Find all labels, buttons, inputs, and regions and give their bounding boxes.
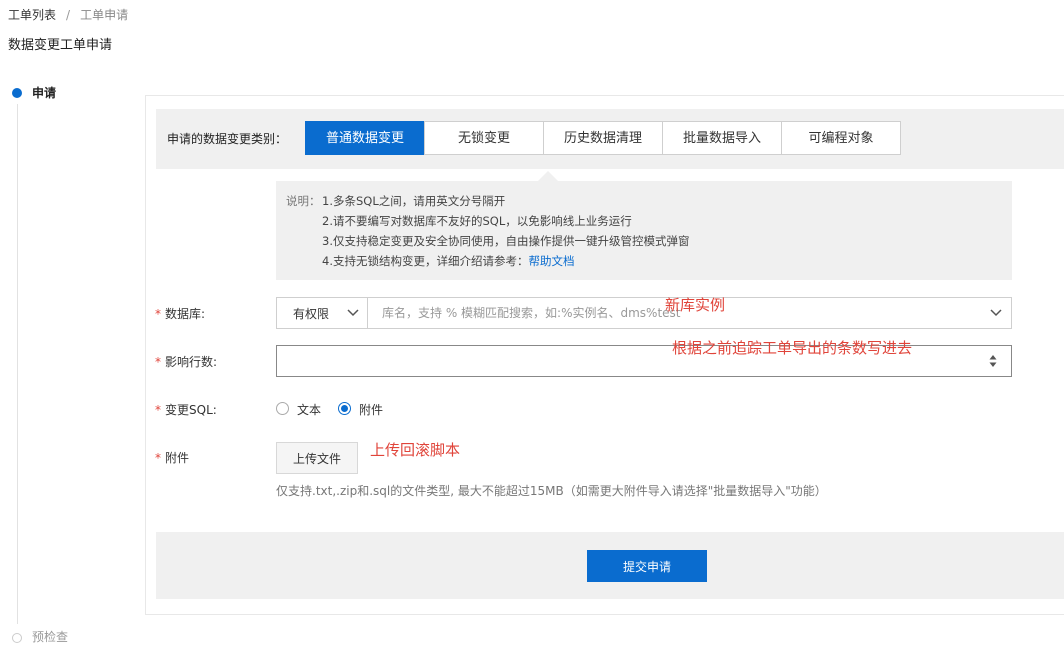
upload-hint: 仅支持.txt,.zip和.sql的文件类型, 最大不能超过15MB（如需更大附… xyxy=(276,484,827,498)
radio-attachment[interactable] xyxy=(338,402,351,415)
database-label-text: 数据库: xyxy=(165,307,206,321)
tab-lockless-change[interactable]: 无锁变更 xyxy=(424,121,544,155)
change-sql-label-text: 变更SQL: xyxy=(165,403,217,417)
affected-rows-label-text: 影响行数: xyxy=(165,355,218,369)
notice-line-4-text: 4.支持无锁结构变更，详细介绍请参考： xyxy=(322,254,529,268)
submit-button[interactable]: 提交申请 xyxy=(587,550,707,582)
radio-text-label[interactable]: 文本 xyxy=(297,401,321,418)
change-sql-label: * 变更SQL: xyxy=(155,401,217,418)
page-title: 数据变更工单申请 xyxy=(8,38,113,53)
spinner-icon xyxy=(989,355,997,367)
step-label-apply: 申请 xyxy=(32,86,57,100)
radio-attachment-label[interactable]: 附件 xyxy=(359,401,383,418)
step-label-precheck: 预检查 xyxy=(32,630,69,644)
number-spinner[interactable] xyxy=(989,354,997,368)
tab-normal-data-change[interactable]: 普通数据变更 xyxy=(305,121,425,155)
breadcrumb-separator: / xyxy=(66,8,71,22)
tab-history-data-cleanup[interactable]: 历史数据清理 xyxy=(543,121,663,155)
breadcrumb: 工单列表 / 工单申请 xyxy=(8,6,128,23)
change-type-tabs: 普通数据变更 无锁变更 历史数据清理 批量数据导入 可编程对象 xyxy=(305,121,901,155)
radio-text[interactable] xyxy=(276,402,289,415)
database-dropdown-toggle[interactable] xyxy=(981,298,1011,328)
notice-line-4: 4.支持无锁结构变更，详细介绍请参考：帮助文档 xyxy=(322,253,574,269)
notice-line-2: 2.请不要编写对数据库不友好的SQL，以免影响线上业务运行 xyxy=(322,214,632,228)
breadcrumb-current: 工单申请 xyxy=(80,8,129,22)
annotation-attachment: 上传回滚脚本 xyxy=(370,441,461,459)
permission-scope-select[interactable]: 有权限 xyxy=(277,298,368,328)
notice-prefix: 说明： xyxy=(286,194,321,208)
notice-line-1: 1.多条SQL之间，请用英文分号隔开 xyxy=(322,194,506,208)
annotation-rows: 根据之前追踪工单导出的条数写进去 xyxy=(672,339,913,357)
permission-scope-value: 有权限 xyxy=(293,306,330,321)
step-dot-pending xyxy=(12,633,22,643)
step-connector-line xyxy=(17,104,18,624)
annotation-database: 新库实例 xyxy=(665,296,726,314)
notice-line-3: 3.仅支持稳定变更及安全协同使用，自由操作提供一键升级管控模式弹窗 xyxy=(322,234,690,248)
tab-batch-data-import[interactable]: 批量数据导入 xyxy=(662,121,782,155)
tab-programmable-object[interactable]: 可编程对象 xyxy=(781,121,901,155)
chevron-down-icon xyxy=(347,309,359,317)
attachment-label-text: 附件 xyxy=(165,451,190,465)
database-field: 有权限 xyxy=(276,297,1012,329)
required-mark: * xyxy=(155,307,161,321)
required-mark: * xyxy=(155,355,161,369)
attachment-label: * 附件 xyxy=(155,449,189,466)
breadcrumb-link-ticket-list[interactable]: 工单列表 xyxy=(8,8,56,22)
required-mark: * xyxy=(155,403,161,417)
database-label: * 数据库: xyxy=(155,305,205,322)
affected-rows-label: * 影响行数: xyxy=(155,353,217,370)
notice-arrow xyxy=(538,171,558,181)
step-dot-active xyxy=(12,88,22,98)
help-doc-link[interactable]: 帮助文档 xyxy=(528,254,574,268)
change-type-label: 申请的数据变更类别： xyxy=(167,132,288,146)
upload-file-button[interactable]: 上传文件 xyxy=(276,442,358,474)
chevron-down-icon xyxy=(990,309,1002,317)
required-mark: * xyxy=(155,451,161,465)
